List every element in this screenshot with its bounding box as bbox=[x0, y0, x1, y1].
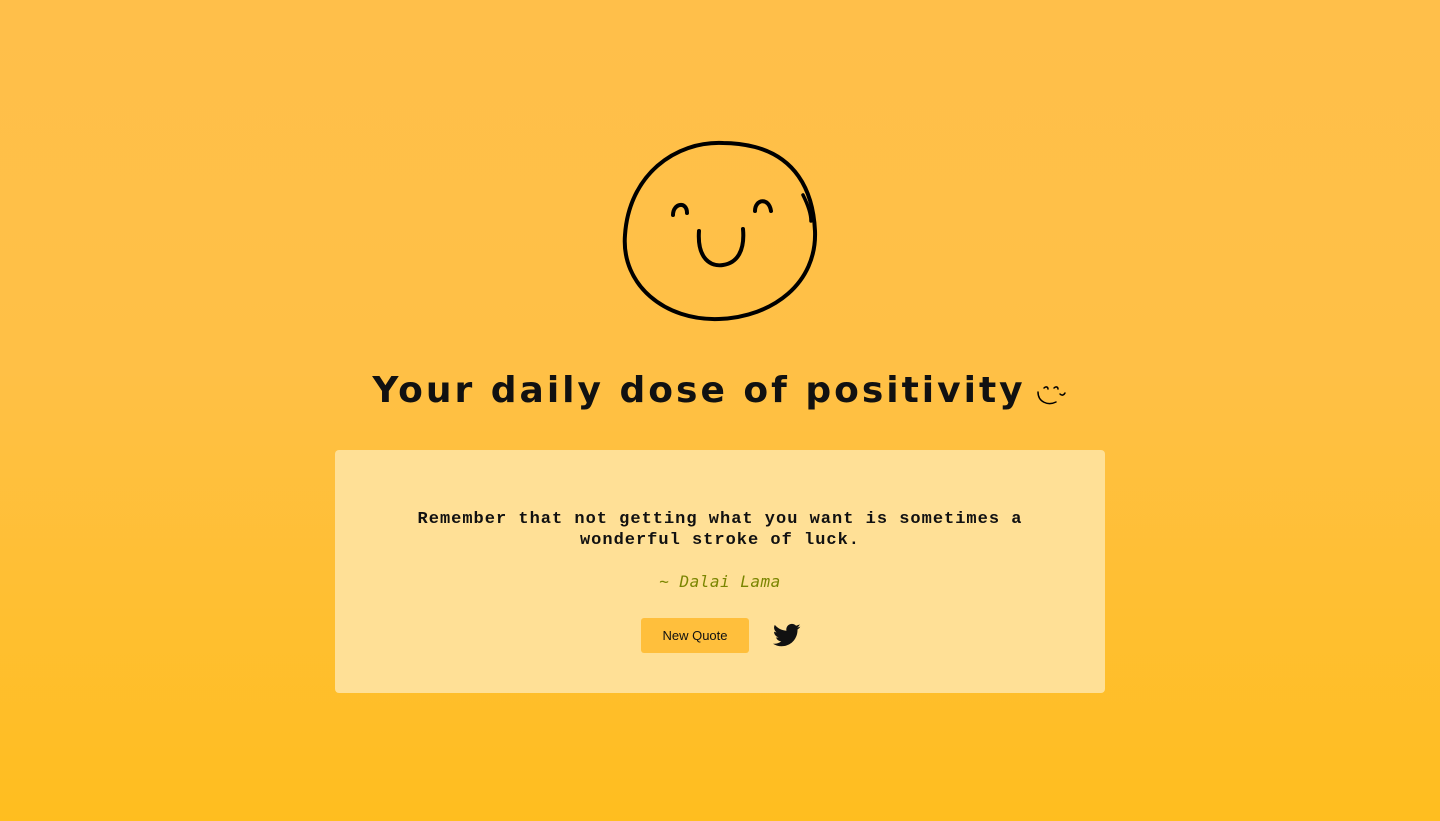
quote-author: ~ Dalai Lama bbox=[659, 572, 781, 591]
smiley-face-icon bbox=[622, 140, 818, 322]
twitter-icon bbox=[772, 623, 801, 647]
quote-card: Remember that not getting what you want … bbox=[335, 450, 1105, 693]
tweet-quote-link[interactable] bbox=[772, 623, 801, 648]
new-quote-button[interactable]: New Quote bbox=[641, 618, 749, 653]
quote-text: Remember that not getting what you want … bbox=[417, 510, 1023, 550]
smiley-icon bbox=[1036, 386, 1066, 405]
page-title-text: Your daily dose of positivity bbox=[372, 370, 1026, 411]
page-title: Your daily dose of positivity bbox=[0, 368, 1440, 414]
